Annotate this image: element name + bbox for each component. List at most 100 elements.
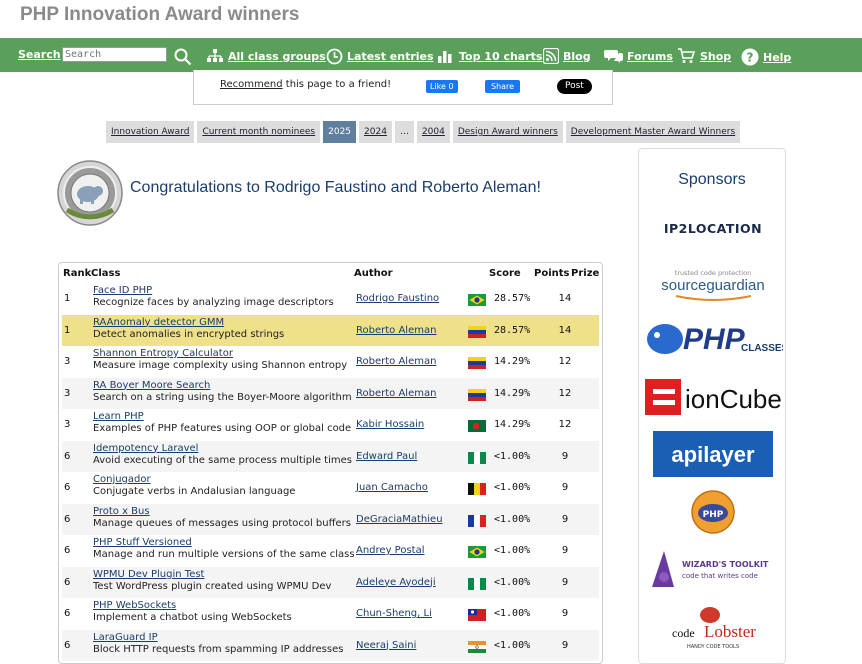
author-link[interactable]: Roberto Aleman <box>356 325 436 336</box>
svg-text:apilayer: apilayer <box>671 442 755 467</box>
search-label[interactable]: Search <box>18 48 61 61</box>
table-row: 3 Shannon Entropy Calculator Measure image… <box>62 346 599 377</box>
ioncube-logo: ionCube <box>645 379 781 415</box>
rank-cell: 1 <box>64 324 71 336</box>
nigeria-flag-icon <box>468 451 486 464</box>
sponsor-wizards-toolkit[interactable]: WIZARD'S TOOLKIT code that writes code <box>639 547 785 591</box>
sponsors-panel: Sponsors IP2LOCATION trusted code protec… <box>638 148 786 664</box>
page: PHP Innovation Award winners Search All … <box>0 0 862 664</box>
rank-cell: 6 <box>64 450 71 462</box>
sponsor-php-award[interactable]: PHP <box>639 489 785 535</box>
class-name-link[interactable]: Conjugador <box>93 474 151 485</box>
x-post-button[interactable]: Post <box>557 79 592 94</box>
rank-cell: 1 <box>64 293 71 304</box>
points-cell: 12 <box>558 419 572 430</box>
class-name-link[interactable]: Shannon Entropy Calculator <box>93 348 233 359</box>
nav-latest-entries[interactable]: Latest entries <box>326 48 434 65</box>
clock-icon <box>326 48 343 65</box>
table-row: 6 LaraGuard IP Block HTTP requests from sp… <box>62 629 599 661</box>
author-link[interactable]: Roberto Aleman <box>356 388 436 399</box>
class-name-link[interactable]: RAAnomaly detector GMM <box>93 317 224 328</box>
nav-shop[interactable]: Shop <box>678 48 731 64</box>
author-link[interactable]: Rodrigo Faustino <box>356 293 439 304</box>
cart-icon <box>678 48 696 63</box>
class-description: Manage and run multiple versions of the … <box>93 549 355 560</box>
facebook-like-button[interactable]: Like 0 <box>426 80 458 93</box>
class-name-link[interactable]: Face ID PHP <box>93 285 152 296</box>
table-row: 6 PHP Stuff Versioned Manage and run multi… <box>62 535 599 566</box>
svg-text:IP2LOCATION: IP2LOCATION <box>664 221 762 236</box>
sponsor-codelobster[interactable]: code Lobster HANDY CODE TOOLS <box>639 603 785 651</box>
class-name-link[interactable]: Proto x Bus <box>93 506 150 517</box>
nav-help[interactable]: ? Help <box>741 48 791 66</box>
sitemap-icon <box>207 49 223 62</box>
tab-ellipsis: … <box>394 121 414 143</box>
search-input[interactable] <box>62 47 167 62</box>
class-name-link[interactable]: PHP Stuff Versioned <box>93 537 192 548</box>
nav-blog[interactable]: Blog <box>543 48 591 64</box>
sponsor-ip2location[interactable]: IP2LOCATION <box>639 219 785 237</box>
class-description: Implement a chatbot using WebSockets <box>93 612 292 623</box>
author-link[interactable]: Roberto Aleman <box>356 356 436 367</box>
tab-2004[interactable]: 2004 <box>416 121 450 143</box>
class-description: Recognize faces by analyzing image descr… <box>93 297 334 308</box>
author-link[interactable]: DeGraciaMathieu <box>356 514 443 525</box>
class-name-link[interactable]: Idempotency Laravel <box>93 443 198 454</box>
facebook-share-button[interactable]: Share <box>485 80 521 93</box>
author-link[interactable]: Chun-Sheng, Li <box>356 608 432 619</box>
svg-text:WIZARD'S TOOLKIT: WIZARD'S TOOLKIT <box>682 560 769 569</box>
class-name-link[interactable]: LaraGuard IP <box>93 632 158 643</box>
nav-forums[interactable]: Forums <box>604 48 673 64</box>
score-cell: <1.00% <box>494 513 531 525</box>
search-icon[interactable] <box>174 48 192 66</box>
sponsor-sourceguardian[interactable]: trusted code protection sourceguardian <box>639 266 785 306</box>
recommend-link[interactable]: Recommend <box>220 79 283 90</box>
venezuela-flag-icon <box>468 325 486 338</box>
nav-help-label: Help <box>763 50 792 64</box>
score-cell: <1.00% <box>494 545 531 556</box>
sponsor-apilayer[interactable]: apilayer <box>639 431 785 477</box>
author-link[interactable]: Neeraj Saini <box>356 640 416 651</box>
tab-2025[interactable]: 2025 <box>323 121 357 143</box>
svg-text:PHP: PHP <box>683 323 746 356</box>
class-name-link[interactable]: RA Boyer Moore Search <box>93 380 210 391</box>
sponsor-ioncube[interactable]: ionCube <box>639 377 785 417</box>
class-description: Block HTTP requests from spamming IP add… <box>93 643 344 655</box>
rank-cell: 6 <box>64 513 71 525</box>
score-cell: <1.00% <box>494 450 531 462</box>
author-link[interactable]: Kabir Hossain <box>356 419 424 430</box>
score-cell: <1.00% <box>494 608 531 619</box>
tab-2024[interactable]: 2024 <box>359 121 392 143</box>
tab-current-month-nominees[interactable]: Current month nominees <box>197 121 321 143</box>
award-tabs: Innovation Award Current month nominees … <box>106 121 741 143</box>
svg-text:code: code <box>672 626 695 640</box>
rank-cell: 6 <box>64 545 71 556</box>
rank-cell: 6 <box>64 482 71 493</box>
tab-development-master-award-winners[interactable]: Development Master Award Winners <box>565 121 741 143</box>
tab-design-award-winners[interactable]: Design Award winners <box>452 121 563 143</box>
rank-cell: 6 <box>64 576 71 588</box>
tab-innovation-award[interactable]: Innovation Award <box>106 121 195 143</box>
nav-all-class-groups[interactable]: All class groups <box>206 48 326 64</box>
class-name-link[interactable]: PHP WebSockets <box>93 600 176 611</box>
table-row: 6 Proto x Bus Manage queues of messages us… <box>62 503 599 535</box>
class-description: Examples of PHP features using OOP or gl… <box>93 423 352 434</box>
author-link[interactable]: Andrey Postal <box>356 545 425 556</box>
author-link[interactable]: Adeleye Ayodeji <box>356 577 436 588</box>
class-name-link[interactable]: Learn PHP <box>93 411 144 422</box>
table-row: 6 Conjugador Conjugate verbs in Andalusian… <box>62 472 599 503</box>
author-link[interactable]: Edward Paul <box>356 451 417 462</box>
sponsors-title: Sponsors <box>678 171 746 188</box>
nav-top-10-charts[interactable]: Top 10 charts <box>437 48 542 64</box>
congratulations-heading: Congratulations to Rodrigo Faustino and … <box>130 179 541 196</box>
bar-chart-icon <box>438 51 452 63</box>
nav-latest-entries-label: Latest entries <box>347 50 434 63</box>
class-name-link[interactable]: WPMU Dev Plugin Test <box>93 569 204 580</box>
points-cell: 14 <box>558 293 572 304</box>
points-cell: 14 <box>558 324 572 336</box>
nav-forums-label: Forums <box>627 49 673 63</box>
score-cell: <1.00% <box>494 576 531 588</box>
sponsor-phpclasses[interactable]: PHP CLASSES <box>639 319 785 359</box>
author-link[interactable]: Juan Camacho <box>356 482 428 493</box>
svg-text:PHP: PHP <box>703 510 724 520</box>
